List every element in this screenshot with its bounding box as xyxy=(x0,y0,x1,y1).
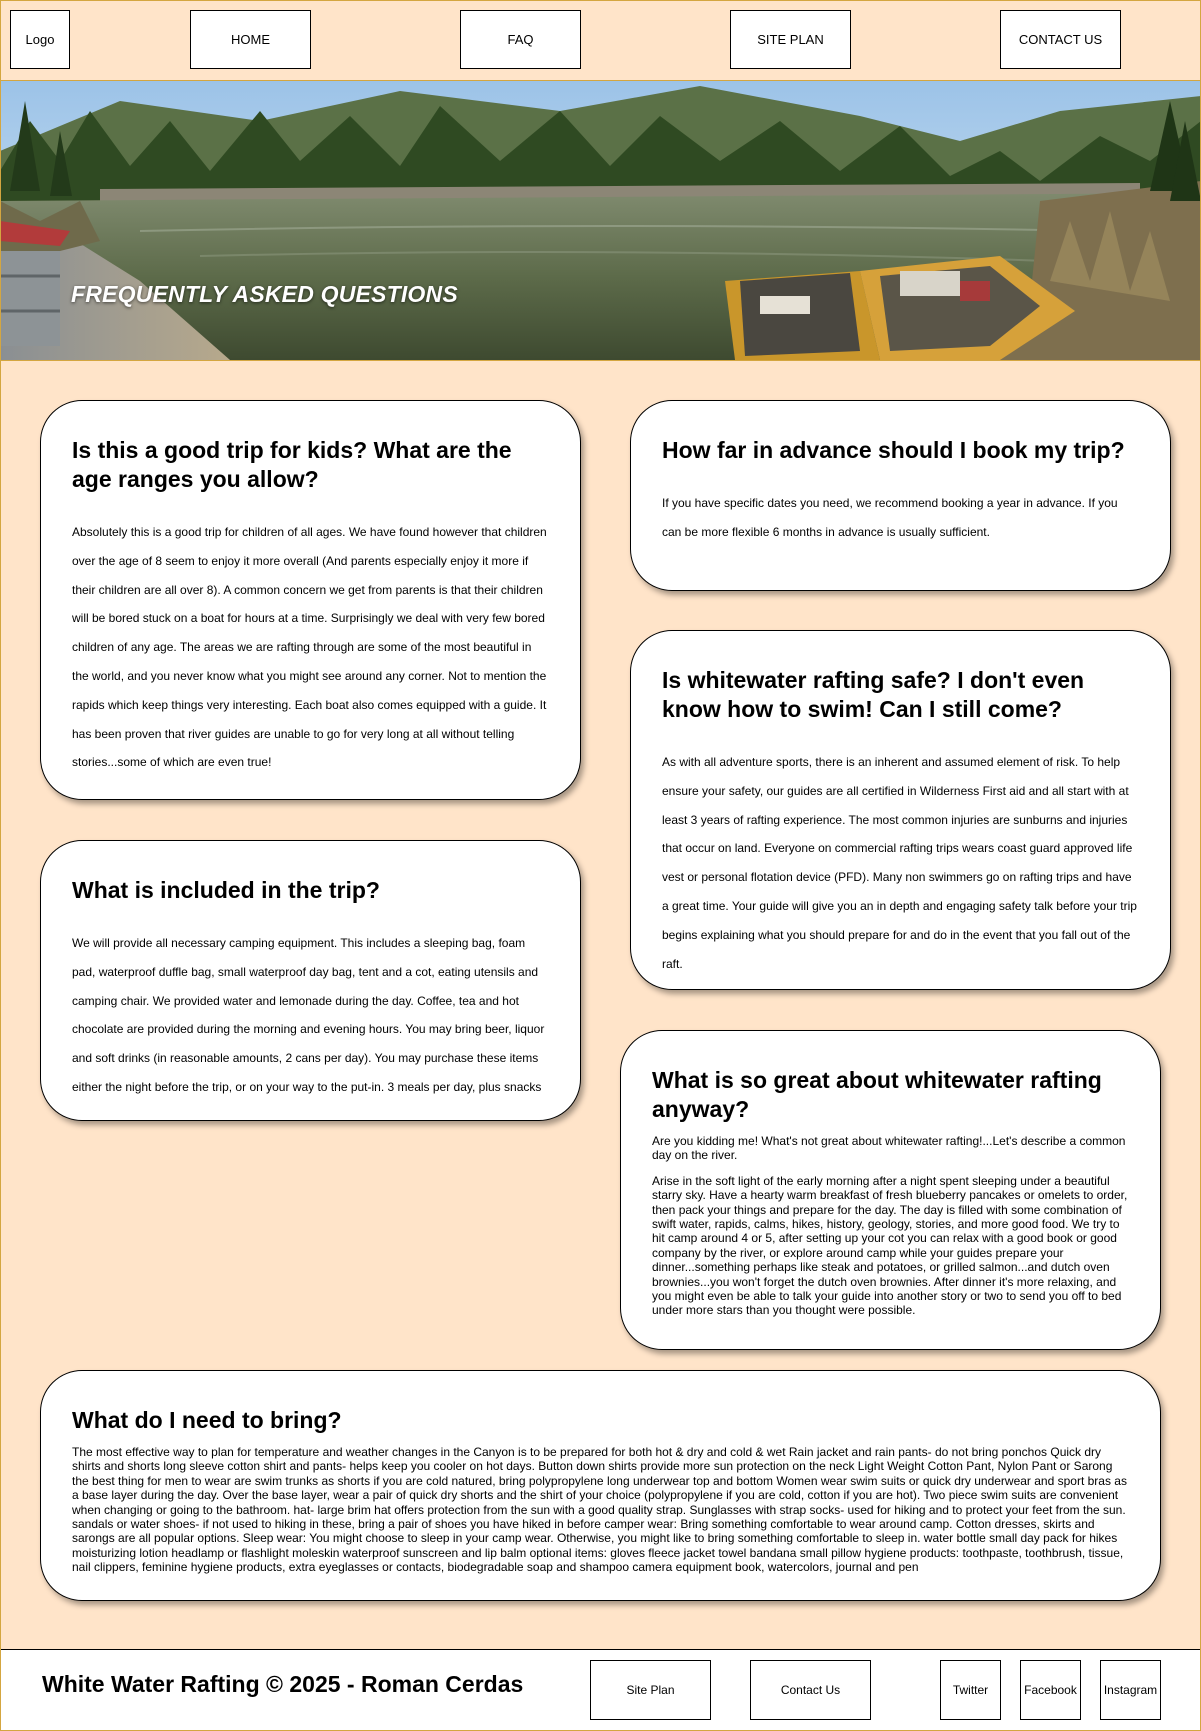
footer-contact-us-link[interactable]: Contact Us xyxy=(750,1660,871,1720)
river-landscape-image xyxy=(0,81,1201,360)
footer: White Water Rafting © 2025 - Roman Cerda… xyxy=(0,1649,1201,1731)
facebook-link[interactable]: Facebook xyxy=(1020,1660,1081,1720)
nav-site-plan-button[interactable]: SITE PLAN xyxy=(730,10,851,69)
faq-question-safety: Is whitewater rafting safe? I don't even… xyxy=(662,667,1085,722)
faq-answer-what-to-bring: The most effective way to plan for tempe… xyxy=(72,1445,1127,1575)
faq-card-safety: Is whitewater rafting safe? I don't even… xyxy=(630,630,1171,990)
faq-card-advance-booking: How far in advance should I book my trip… xyxy=(630,400,1171,591)
top-navigation: Logo HOME FAQ SITE PLAN CONTACT US xyxy=(0,0,1201,81)
hero-banner: FREQUENTLY ASKED QUESTIONS xyxy=(0,81,1201,361)
faq-question-advance-booking: How far in advance should I book my trip… xyxy=(662,437,1125,463)
hero-title: FREQUENTLY ASKED QUESTIONS xyxy=(71,281,458,307)
faq-question-kids: Is this a good trip for kids? What are t… xyxy=(72,437,512,492)
faq-card-kids: Is this a good trip for kids? What are t… xyxy=(40,400,581,800)
faq-card-included: What is included in the trip? We will pr… xyxy=(40,840,581,1121)
faq-card-why-rafting: What is so great about whitewater raftin… xyxy=(620,1030,1161,1350)
nav-home-button[interactable]: HOME xyxy=(190,10,311,69)
faq-question-what-to-bring: What do I need to bring? xyxy=(72,1407,342,1433)
faq-card-what-to-bring: What do I need to bring? The most effect… xyxy=(40,1370,1161,1601)
faq-answer-kids: Absolutely this is a good trip for child… xyxy=(72,525,547,770)
footer-copyright: White Water Rafting © 2025 - Roman Cerda… xyxy=(42,1671,524,1697)
faq-answer-why-rafting-intro: Are you kidding me! What's not great abo… xyxy=(652,1134,1126,1163)
faq-answer-safety: As with all adventure sports, there is a… xyxy=(662,755,1137,971)
logo[interactable]: Logo xyxy=(10,10,70,69)
nav-faq-button[interactable]: FAQ xyxy=(460,10,581,69)
footer-site-plan-link[interactable]: Site Plan xyxy=(590,1660,711,1720)
faq-answer-included: We will provide all necessary camping eq… xyxy=(72,936,545,1094)
faq-question-included: What is included in the trip? xyxy=(72,877,380,903)
instagram-link[interactable]: Instagram xyxy=(1100,1660,1161,1720)
faq-answer-why-rafting-day: Arise in the soft light of the early mor… xyxy=(652,1173,1128,1318)
faq-answer-advance-booking: If you have specific dates you need, we … xyxy=(662,496,1118,539)
twitter-link[interactable]: Twitter xyxy=(940,1660,1001,1720)
nav-contact-us-button[interactable]: CONTACT US xyxy=(1000,10,1121,69)
faq-question-why-rafting: What is so great about whitewater raftin… xyxy=(652,1067,1102,1122)
